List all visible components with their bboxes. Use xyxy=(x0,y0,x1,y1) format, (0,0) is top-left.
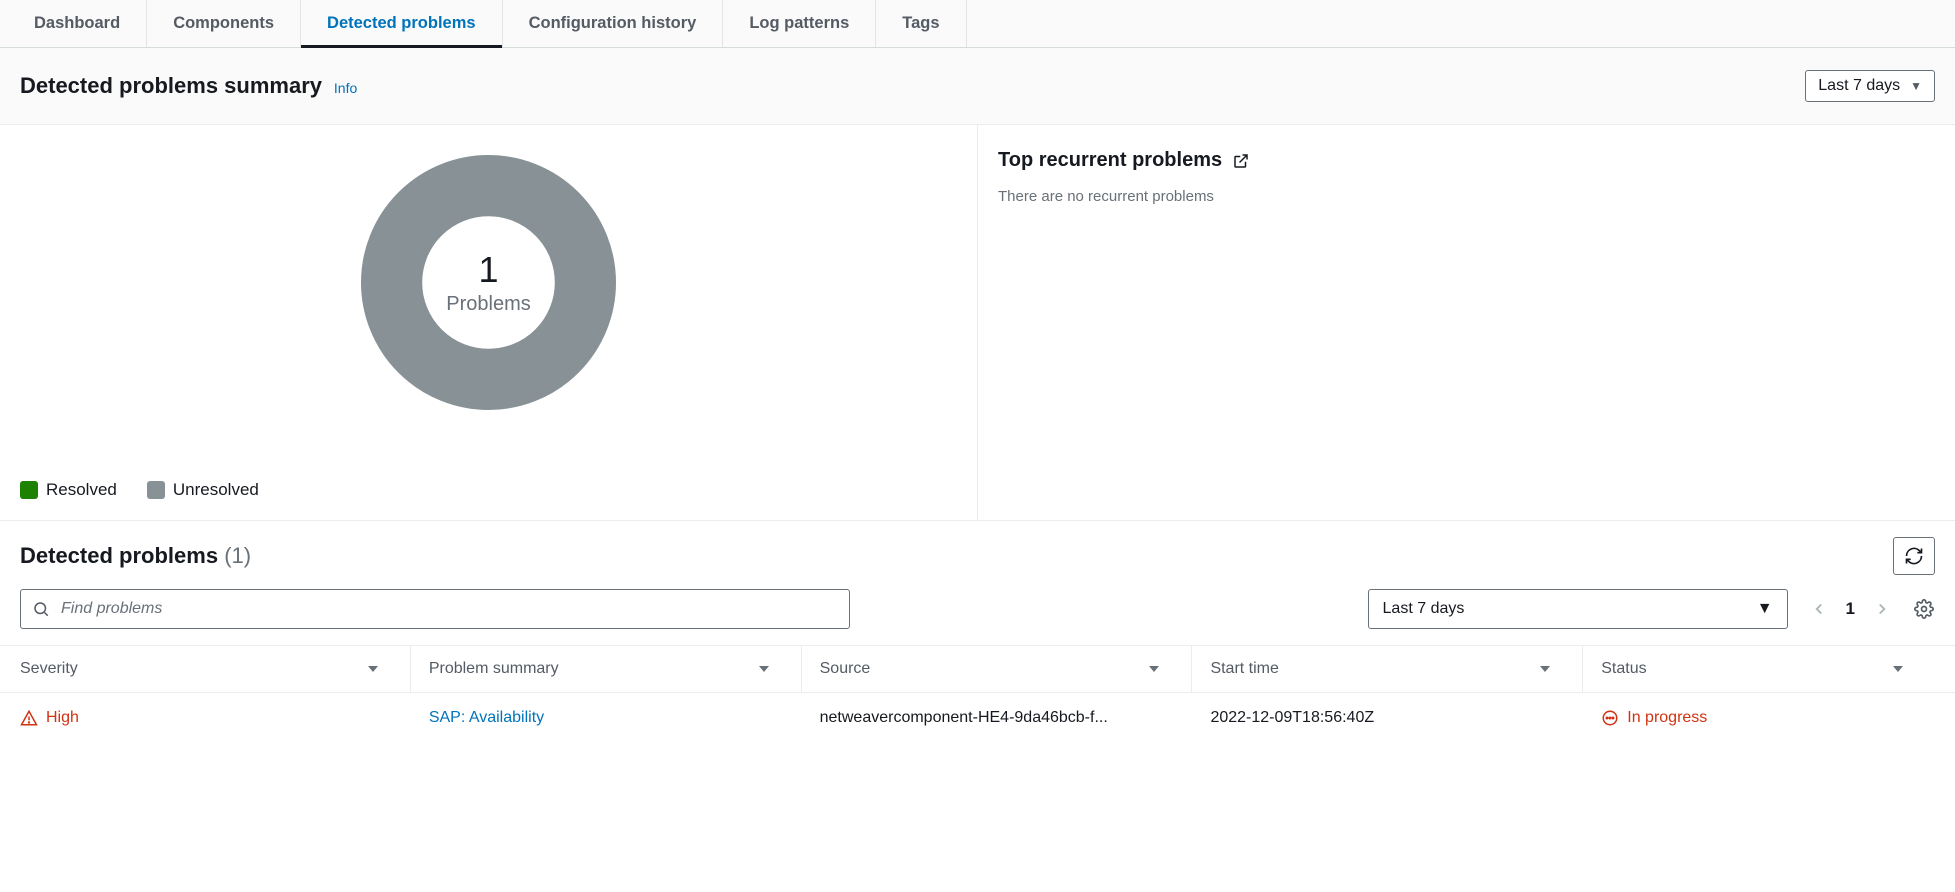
problems-header: Detected problems (1) xyxy=(0,521,1955,585)
summary-title: Detected problems summary xyxy=(20,73,322,99)
donut-label: Problems xyxy=(446,293,530,316)
sort-icon xyxy=(1149,666,1159,672)
caret-down-icon: ▼ xyxy=(1910,79,1922,93)
cell-severity: High xyxy=(20,709,411,727)
problems-title: Detected problems xyxy=(20,543,218,568)
chevron-left-icon xyxy=(1810,600,1828,618)
problems-range-value: Last 7 days xyxy=(1383,600,1465,618)
gear-icon xyxy=(1914,599,1934,619)
tab-log-patterns[interactable]: Log patterns xyxy=(723,0,876,47)
problems-search xyxy=(20,589,850,629)
cell-source: netweavercomponent-HE4-9da46bcb-f... xyxy=(802,709,1193,727)
column-header-source[interactable]: Source xyxy=(802,646,1193,692)
legend-item-unresolved: Unresolved xyxy=(147,480,259,500)
column-label: Status xyxy=(1601,660,1646,678)
external-link-icon[interactable] xyxy=(1232,152,1250,170)
refresh-button[interactable] xyxy=(1893,537,1935,575)
search-icon xyxy=(32,600,50,618)
sort-icon xyxy=(1540,666,1550,672)
legend-item-resolved: Resolved xyxy=(20,480,117,500)
column-label: Source xyxy=(820,660,871,678)
column-header-summary[interactable]: Problem summary xyxy=(411,646,802,692)
swatch-resolved xyxy=(20,481,38,499)
warning-triangle-icon xyxy=(20,709,38,727)
recurrent-empty-text: There are no recurrent problems xyxy=(998,188,1935,205)
column-label: Problem summary xyxy=(429,660,559,678)
sort-icon xyxy=(368,666,378,672)
legend-label-resolved: Resolved xyxy=(46,480,117,500)
table-row[interactable]: High SAP: Availability netweavercomponen… xyxy=(0,693,1955,743)
problems-range-select[interactable]: Last 7 days ▼ xyxy=(1368,589,1788,629)
caret-down-icon: ▼ xyxy=(1757,600,1773,618)
column-label: Start time xyxy=(1210,660,1278,678)
tab-detected-problems[interactable]: Detected problems xyxy=(301,0,503,47)
column-header-status[interactable]: Status xyxy=(1583,646,1935,692)
cell-status: In progress xyxy=(1583,709,1935,727)
tab-components[interactable]: Components xyxy=(147,0,301,47)
column-header-start-time[interactable]: Start time xyxy=(1192,646,1583,692)
donut-count: 1 xyxy=(478,249,498,291)
problems-donut-chart: 1 Problems xyxy=(361,155,616,410)
tab-configuration-history[interactable]: Configuration history xyxy=(503,0,724,47)
chevron-right-icon xyxy=(1873,600,1891,618)
recurrent-title: Top recurrent problems xyxy=(998,149,1222,172)
pagination-current-page: 1 xyxy=(1842,599,1859,619)
problems-search-input[interactable] xyxy=(20,589,850,629)
swatch-unresolved xyxy=(147,481,165,499)
cell-start-time: 2022-12-09T18:56:40Z xyxy=(1192,709,1583,727)
column-label: Severity xyxy=(20,660,78,678)
summary-range-select[interactable]: Last 7 days ▼ xyxy=(1805,70,1935,102)
summary-body: 1 Problems Resolved Unresolved Top recur… xyxy=(0,125,1955,521)
problems-controls: Last 7 days ▼ 1 xyxy=(0,585,1955,645)
recurrent-title-row: Top recurrent problems xyxy=(998,149,1935,172)
tab-bar: Dashboard Components Detected problems C… xyxy=(0,0,1955,48)
tab-dashboard[interactable]: Dashboard xyxy=(8,0,147,47)
refresh-icon xyxy=(1904,546,1924,566)
severity-label: High xyxy=(46,709,79,727)
summary-info-link[interactable]: Info xyxy=(334,80,357,96)
problems-table: Severity Problem summary Source Start ti… xyxy=(0,645,1955,743)
summary-range-value: Last 7 days xyxy=(1818,77,1900,95)
pagination: 1 xyxy=(1808,598,1893,620)
summary-header: Detected problems summary Info Last 7 da… xyxy=(0,48,1955,125)
status-label: In progress xyxy=(1627,709,1707,727)
pagination-prev-button[interactable] xyxy=(1808,598,1830,620)
cell-summary-link[interactable]: SAP: Availability xyxy=(411,709,802,727)
tab-tags[interactable]: Tags xyxy=(876,0,966,47)
donut-legend: Resolved Unresolved xyxy=(20,480,957,500)
recurrent-pane: Top recurrent problems There are no recu… xyxy=(978,125,1955,520)
status-pending-icon xyxy=(1601,709,1619,727)
problems-count: (1) xyxy=(224,543,251,568)
column-header-severity[interactable]: Severity xyxy=(20,646,411,692)
table-header-row: Severity Problem summary Source Start ti… xyxy=(0,645,1955,693)
sort-icon xyxy=(759,666,769,672)
sort-icon xyxy=(1893,666,1903,672)
legend-label-unresolved: Unresolved xyxy=(173,480,259,500)
donut-pane: 1 Problems Resolved Unresolved xyxy=(0,125,978,520)
table-settings-button[interactable] xyxy=(1913,598,1935,620)
pagination-next-button[interactable] xyxy=(1871,598,1893,620)
